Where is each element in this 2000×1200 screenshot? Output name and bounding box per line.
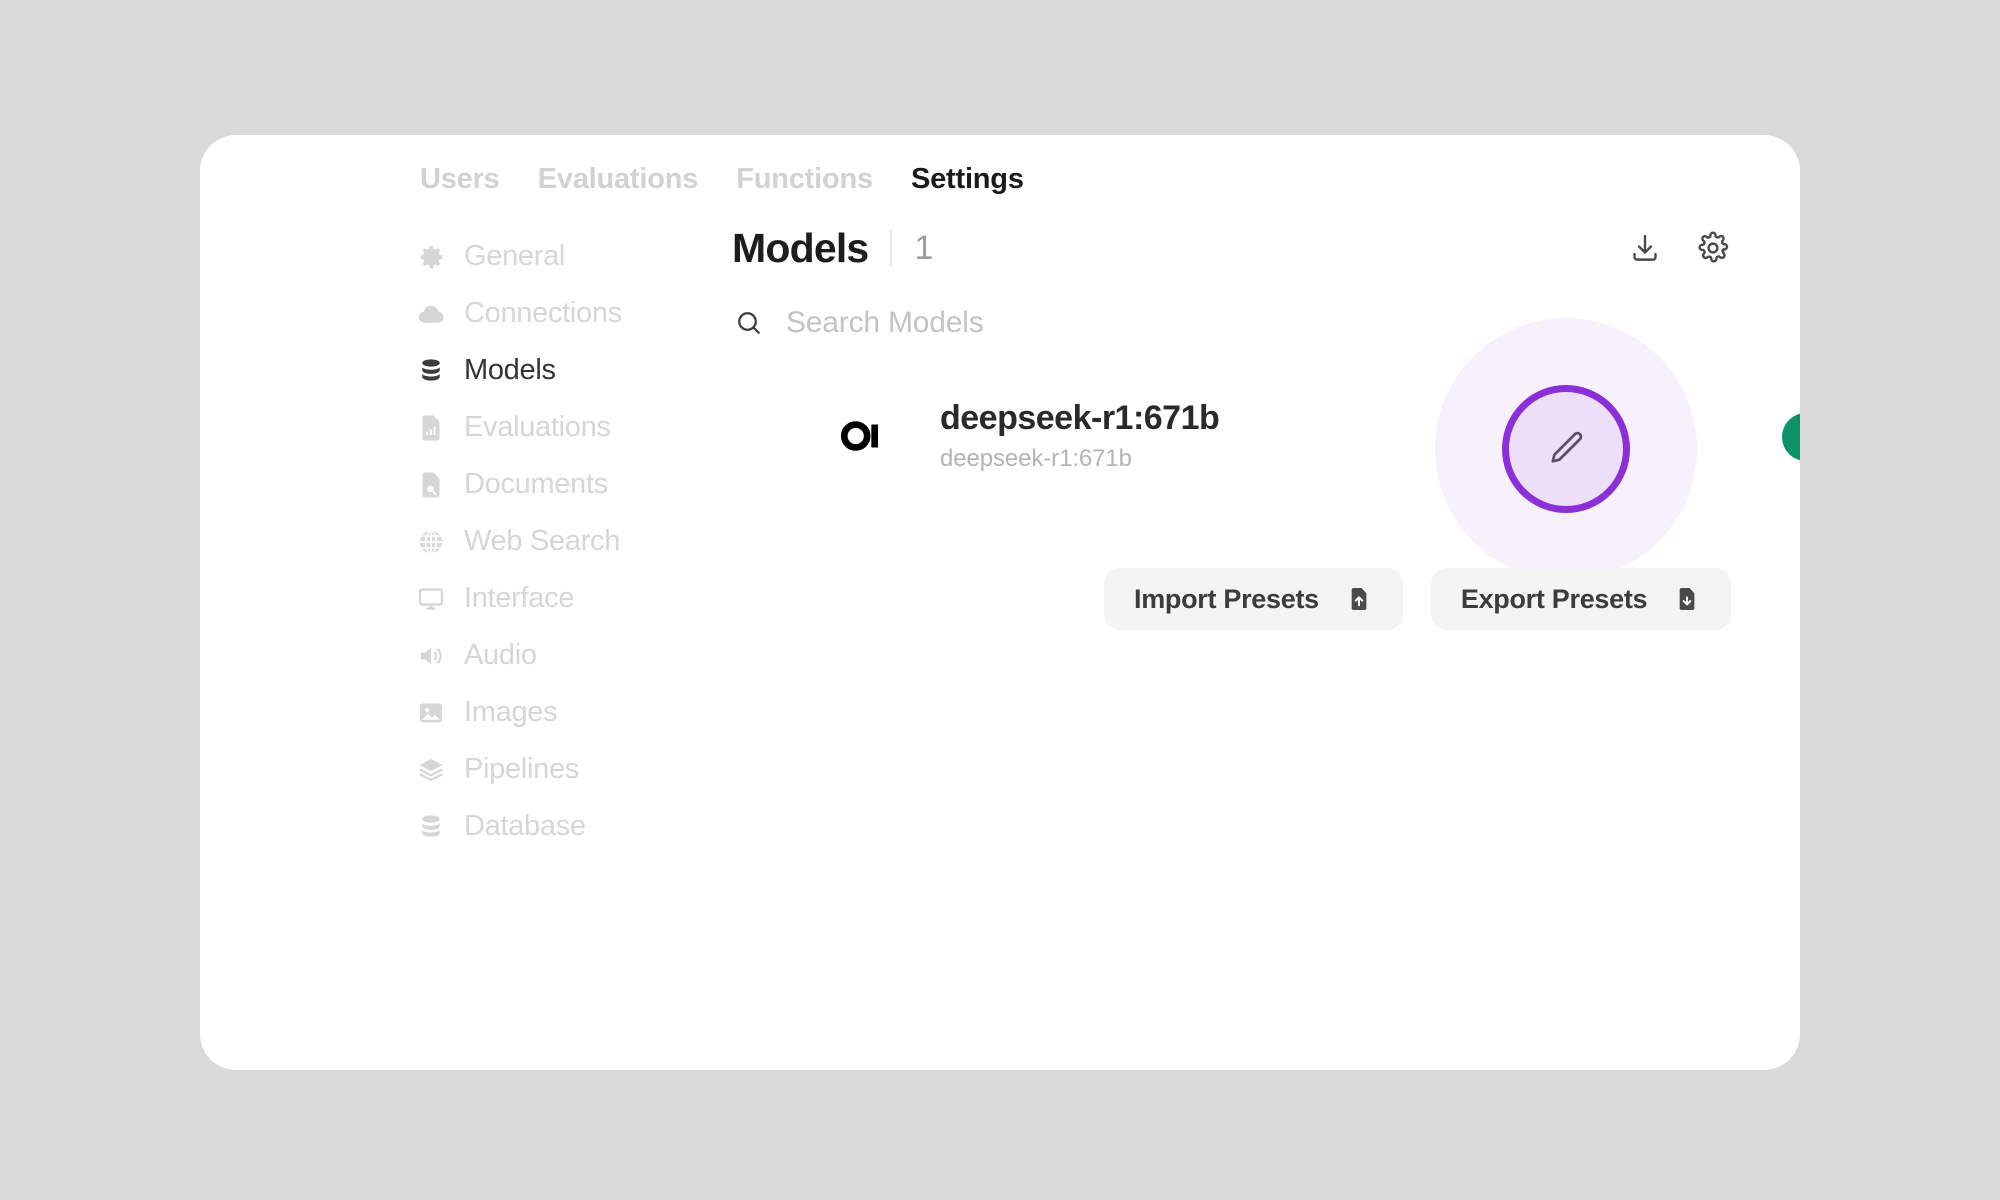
models-header: Models 1 [720, 215, 1760, 281]
header-actions [1628, 231, 1760, 265]
tab-settings[interactable]: Settings [911, 163, 1024, 196]
tab-users[interactable]: Users [420, 163, 500, 196]
document-chart-icon [416, 413, 446, 443]
top-tab-bar: Users Evaluations Functions Settings [420, 163, 1024, 196]
sidebar-item-documents[interactable]: Documents [416, 456, 696, 513]
sidebar-item-models[interactable]: Models [416, 342, 696, 399]
sidebar-item-label: Images [464, 696, 557, 729]
sidebar-item-database[interactable]: Database [416, 798, 696, 855]
edit-model-button[interactable] [1502, 385, 1630, 513]
sidebar-item-label: General [464, 240, 565, 273]
layers-icon [416, 755, 446, 785]
speaker-icon [416, 641, 446, 671]
sidebar-item-label: Evaluations [464, 411, 611, 444]
sidebar-item-label: Models [464, 354, 556, 387]
export-presets-button[interactable]: Export Presets [1431, 568, 1731, 630]
model-text-block: deepseek-r1:671b deepseek-r1:671b [940, 399, 1219, 472]
sidebar-item-evaluations[interactable]: Evaluations [416, 399, 696, 456]
page-title: Models [732, 225, 868, 272]
import-presets-button[interactable]: Import Presets [1104, 568, 1403, 630]
model-enabled-toggle[interactable] [1782, 413, 1800, 461]
sidebar-item-interface[interactable]: Interface [416, 570, 696, 627]
sidebar-item-label: Web Search [464, 525, 620, 558]
sidebar-item-pipelines[interactable]: Pipelines [416, 741, 696, 798]
gear-icon [416, 242, 446, 272]
model-id: deepseek-r1:671b [940, 445, 1219, 473]
gear-icon[interactable] [1696, 231, 1730, 265]
download-icon[interactable] [1628, 231, 1662, 265]
database-icon [416, 812, 446, 842]
sidebar-item-general[interactable]: General [416, 228, 696, 285]
settings-sidebar: General Connections Models Evaluations [416, 228, 696, 855]
sidebar-item-label: Documents [464, 468, 608, 501]
database-icon [416, 356, 446, 386]
document-search-icon [416, 470, 446, 500]
monitor-icon [416, 584, 446, 614]
export-presets-label: Export Presets [1461, 584, 1647, 615]
page-root: Users Evaluations Functions Settings Gen… [0, 0, 2000, 1200]
globe-icon [416, 527, 446, 557]
openwebui-logo-icon [834, 407, 892, 465]
import-presets-label: Import Presets [1134, 584, 1319, 615]
sidebar-item-connections[interactable]: Connections [416, 285, 696, 342]
sidebar-item-audio[interactable]: Audio [416, 627, 696, 684]
title-divider [890, 230, 892, 266]
sidebar-item-label: Interface [464, 582, 574, 615]
sidebar-item-label: Pipelines [464, 753, 579, 786]
tab-functions[interactable]: Functions [736, 163, 873, 196]
pencil-icon [1544, 427, 1588, 471]
sidebar-item-label: Audio [464, 639, 537, 672]
search-icon [734, 308, 764, 338]
sidebar-item-web-search[interactable]: Web Search [416, 513, 696, 570]
models-count: 1 [914, 229, 933, 268]
document-upload-icon [1345, 585, 1373, 613]
model-name: deepseek-r1:671b [940, 399, 1219, 438]
document-download-icon [1673, 585, 1701, 613]
sidebar-item-images[interactable]: Images [416, 684, 696, 741]
image-icon [416, 698, 446, 728]
sidebar-item-label: Connections [464, 297, 622, 330]
preset-buttons: Import Presets Export Presets [1104, 568, 1731, 630]
tab-evaluations[interactable]: Evaluations [538, 163, 699, 196]
sidebar-item-label: Database [464, 810, 586, 843]
cloud-icon [416, 299, 446, 329]
search-input[interactable]: Search Models [786, 306, 984, 340]
